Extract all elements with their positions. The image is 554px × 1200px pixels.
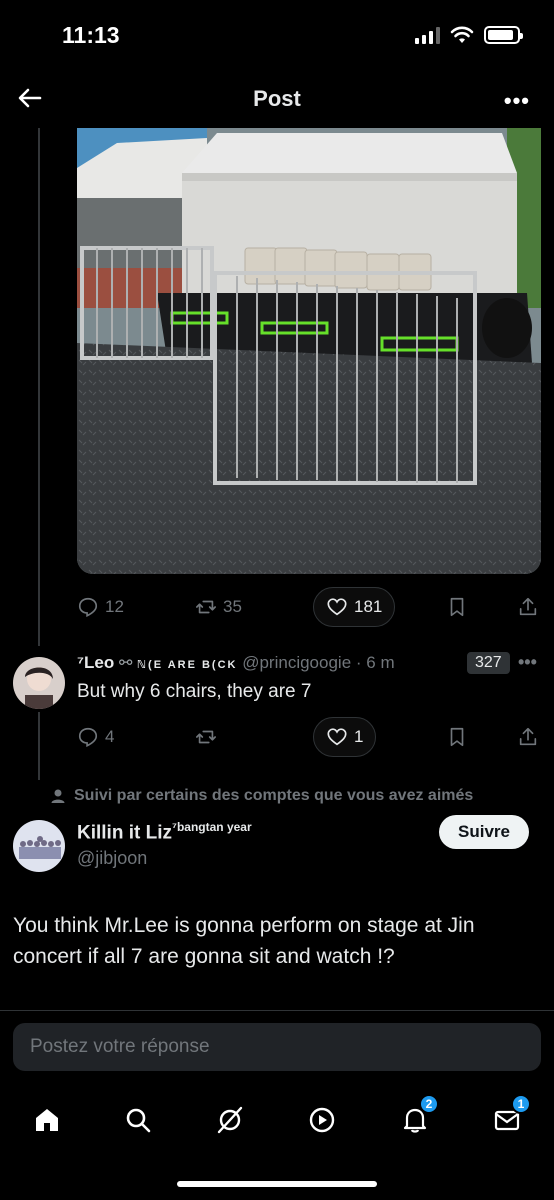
like-count: 181 <box>354 597 383 616</box>
messages-badge: 1 <box>511 1094 531 1114</box>
bookmark-action[interactable] <box>446 587 468 627</box>
tab-notifications[interactable]: 2 <box>395 1094 439 1140</box>
reply-action[interactable]: 4 <box>77 717 114 757</box>
comment-icon <box>78 727 98 748</box>
post-image[interactable] <box>77 128 541 574</box>
like-action[interactable]: 1 <box>313 717 377 757</box>
divider <box>0 1010 554 1011</box>
reply-input[interactable]: Postez votre réponse <box>13 1023 541 1071</box>
reply-name-decoration: ℕ(E ARE B(CK <box>136 659 238 671</box>
thread-line <box>38 128 40 646</box>
status-icons <box>415 26 523 44</box>
top-header: Post ••• <box>0 70 554 128</box>
post-text: You think Mr.Lee is gonna perform on sta… <box>13 914 475 968</box>
rings-icon: ⚯ <box>118 655 137 672</box>
page-title: Post <box>253 86 301 111</box>
bookmark-action[interactable] <box>446 717 468 757</box>
reply-text: But why 6 chairs, they are 7 <box>77 681 312 702</box>
reply-time: · 6 m <box>355 653 395 672</box>
tab-messages[interactable]: 1 <box>487 1094 531 1140</box>
tab-explore[interactable] <box>118 1100 158 1140</box>
tab-home[interactable] <box>27 1100 67 1140</box>
bookmark-icon <box>450 597 464 617</box>
author-name-suffix: ⁷bangtan year <box>172 820 252 834</box>
author-name-text: Killin it Liz <box>77 822 172 844</box>
avatar[interactable] <box>13 820 65 872</box>
post-actions: 12 35 181 <box>77 587 547 627</box>
more-options-button[interactable]: ••• <box>504 88 530 114</box>
like-count: 1 <box>354 727 364 746</box>
reply-label-badge: 327 <box>467 652 510 674</box>
signal-icon <box>415 26 440 44</box>
avatar[interactable] <box>13 657 65 709</box>
heart-icon <box>327 598 347 616</box>
like-action[interactable]: 181 <box>313 587 396 627</box>
share-action[interactable] <box>517 587 539 627</box>
share-action[interactable] <box>517 717 539 757</box>
reply-actions: 4 1 <box>77 717 547 757</box>
home-indicator <box>177 1181 377 1187</box>
repost-action[interactable] <box>195 717 217 757</box>
status-bar: 11:13 <box>0 0 554 70</box>
author-handle[interactable]: @jibjoon <box>77 848 147 869</box>
follow-button[interactable]: Suivre <box>439 815 529 849</box>
share-icon <box>519 727 537 746</box>
wifi-icon <box>450 26 474 43</box>
social-context: Suivi par certains des comptes que vous … <box>50 787 473 805</box>
repost-icon <box>196 600 216 614</box>
home-icon <box>36 1109 58 1131</box>
repost-action[interactable]: 35 <box>195 587 242 627</box>
notifications-badge: 2 <box>419 1094 439 1114</box>
repost-count: 35 <box>223 597 242 616</box>
tab-grok[interactable] <box>210 1100 250 1140</box>
event-photo <box>77 128 541 574</box>
reply-author-row: ⁷Leo ⚯ ℕ(E ARE B(CK @princigoogie · 6 m <box>77 653 395 673</box>
repost-icon <box>196 730 216 744</box>
reply-handle[interactable]: @princigoogie <box>242 653 351 672</box>
status-time: 11:13 <box>62 22 120 48</box>
comment-icon <box>78 597 98 618</box>
social-context-text: Suivi par certains des comptes que vous … <box>74 787 474 804</box>
avatar-image <box>13 657 65 709</box>
reply-more-button[interactable]: ••• <box>518 652 537 673</box>
play-icon <box>309 1107 335 1133</box>
author-display-name[interactable]: Killin it Liz⁷bangtan year <box>77 820 252 844</box>
search-icon <box>126 1108 151 1133</box>
share-icon <box>519 597 537 616</box>
reply-action[interactable]: 12 <box>77 587 124 627</box>
reply-count: 4 <box>105 727 115 746</box>
heart-icon <box>327 728 347 746</box>
battery-icon <box>484 26 523 44</box>
person-icon <box>51 789 65 803</box>
grok-icon <box>217 1106 243 1134</box>
avatar-image <box>13 820 65 872</box>
thread-line <box>38 712 40 780</box>
tab-video[interactable] <box>302 1100 342 1140</box>
bookmark-icon <box>450 727 464 747</box>
reply-count: 12 <box>105 597 124 616</box>
reply-display-name[interactable]: ⁷Leo <box>77 653 114 672</box>
